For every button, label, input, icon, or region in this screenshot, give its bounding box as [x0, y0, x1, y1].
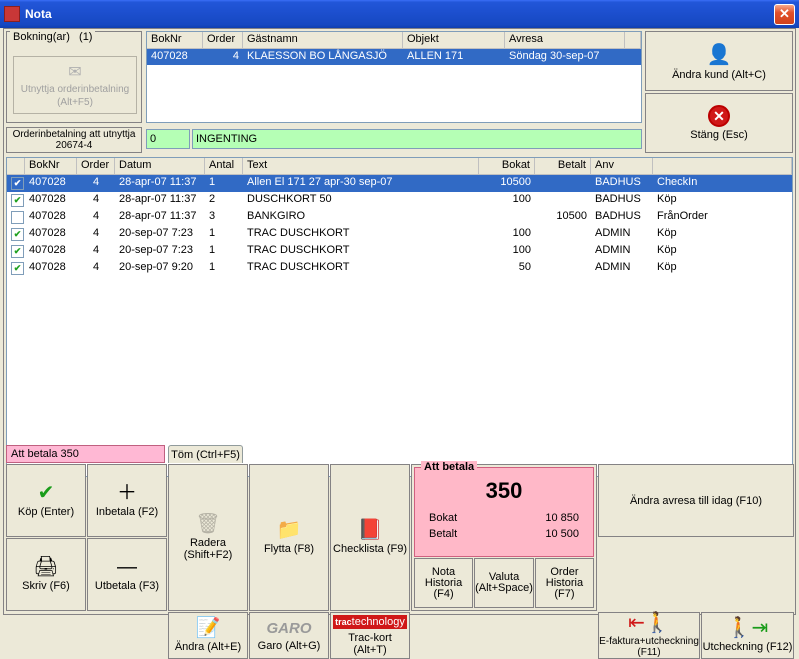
- close-circle-icon: ✕: [708, 105, 730, 127]
- title-bar: Nota ✕: [0, 0, 799, 28]
- guest-row[interactable]: 407028 4 KLAESSON BO LÅNGASJÖ ALLEN 171 …: [147, 49, 641, 65]
- guest-table-header: BokNr Order Gästnamn Objekt Avresa: [147, 32, 641, 49]
- use-order-payment-button: ✉ Utnyttja orderinbetalning (Alt+F5): [13, 56, 137, 114]
- book-icon: 📕: [358, 520, 383, 540]
- exit-left-icon: ⇤🚶: [628, 613, 670, 633]
- note-history-button[interactable]: Nota Historia (F4): [414, 558, 473, 608]
- checkout-button[interactable]: 🚶⇥Utcheckning (F12): [701, 612, 794, 659]
- order-history-button[interactable]: Order Historia (F7): [535, 558, 594, 608]
- to-pay-total: 350: [415, 478, 593, 504]
- move-button: 📁Flytta (F8): [249, 464, 329, 611]
- edit-icon: 📝: [196, 618, 221, 638]
- guest-table[interactable]: BokNr Order Gästnamn Objekt Avresa 40702…: [146, 31, 642, 123]
- folder-icon: 📁: [277, 520, 302, 540]
- clear-button[interactable]: Töm (Ctrl+F5): [168, 445, 243, 463]
- table-row[interactable]: ✔407028420-sep-07 7:231TRAC DUSCHKORT100…: [7, 226, 792, 243]
- row-checkbox[interactable]: ✔: [11, 177, 24, 190]
- withdraw-button[interactable]: —Utbetala (F3): [87, 538, 167, 611]
- to-pay-box: Att betala 350 Bokat10 850 Betalt10 500 …: [411, 464, 597, 611]
- customer-icon: 👤: [707, 42, 732, 67]
- table-row[interactable]: ✔407028420-sep-07 7:231TRAC DUSCHKORT100…: [7, 243, 792, 260]
- to-pay-summary: Att betala 350: [6, 445, 165, 463]
- trac-card-button[interactable]: tractechnologyTrac-kort (Alt+T): [330, 612, 410, 659]
- lines-header: BokNr Order Datum Antal Text Bokat Betal…: [7, 158, 792, 175]
- trash-icon: 🗑: [195, 514, 220, 534]
- currency-button[interactable]: Valuta (Alt+Space): [474, 558, 534, 608]
- einvoice-checkout-button[interactable]: ⇤🚶E-faktura+utcheckning (F11): [598, 612, 700, 659]
- printer-icon: 🖨: [33, 557, 58, 577]
- table-row[interactable]: ✔407028428-apr-07 11:372DUSCHKORT 50100B…: [7, 192, 792, 209]
- deposit-button[interactable]: ＋Inbetala (F2): [87, 464, 167, 537]
- change-customer-button[interactable]: 👤 Ändra kund (Alt+C): [645, 31, 793, 91]
- garo-button: GAROGaro (Alt+G): [249, 612, 329, 659]
- check-icon: ✔: [38, 483, 55, 503]
- close-icon[interactable]: ✕: [774, 4, 795, 25]
- row-checkbox[interactable]: ✔: [11, 262, 24, 275]
- lines-table[interactable]: BokNr Order Datum Antal Text Bokat Betal…: [6, 157, 793, 477]
- exit-right-icon: 🚶⇥: [727, 618, 769, 638]
- window-title: Nota: [25, 7, 774, 21]
- print-button[interactable]: 🖨Skriv (F6): [6, 538, 86, 611]
- garo-logo: GARO: [267, 620, 312, 637]
- buy-button[interactable]: ✔Köp (Enter): [6, 464, 86, 537]
- table-row[interactable]: ✔407028428-apr-07 11:371Allen El 171 27 …: [7, 175, 792, 192]
- table-row[interactable]: 407028428-apr-07 11:373BANKGIRO10500BADH…: [7, 209, 792, 226]
- orderpay-text-field[interactable]: [192, 129, 642, 149]
- orderpay-amount-field[interactable]: [146, 129, 190, 149]
- plus-icon: ＋: [117, 483, 137, 503]
- close-button[interactable]: ✕ Stäng (Esc): [645, 93, 793, 153]
- table-row[interactable]: ✔407028420-sep-07 9:201TRAC DUSCHKORT50A…: [7, 260, 792, 277]
- row-checkbox[interactable]: [11, 211, 24, 224]
- order-payment-label: Orderinbetalning att utnyttja 20674-4: [6, 127, 142, 153]
- envelope-icon: ✉: [68, 62, 81, 82]
- edit-button[interactable]: 📝Ändra (Alt+E): [168, 612, 248, 659]
- row-checkbox[interactable]: ✔: [11, 194, 24, 207]
- delete-button: 🗑Radera (Shift+F2): [168, 464, 248, 611]
- trac-logo: tractechnology: [333, 615, 407, 629]
- change-departure-button[interactable]: Ändra avresa till idag (F10): [598, 464, 794, 537]
- minus-icon: —: [117, 557, 137, 577]
- app-icon: [4, 6, 20, 22]
- checklist-button[interactable]: 📕Checklista (F9): [330, 464, 410, 611]
- row-checkbox[interactable]: ✔: [11, 228, 24, 241]
- row-checkbox[interactable]: ✔: [11, 245, 24, 258]
- bookings-group: Bokning(ar) (1) ✉ Utnyttja orderinbetaln…: [6, 31, 142, 123]
